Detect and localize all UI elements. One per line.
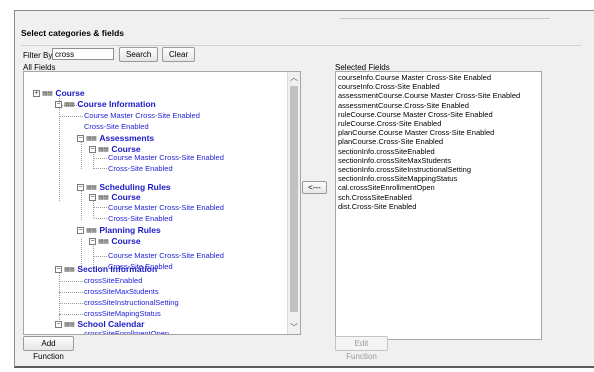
tree-field[interactable]: crossSiteInstructionalSetting [84, 298, 179, 308]
tree-field[interactable]: Cross-Site Enabled [84, 122, 149, 132]
tree-connector [94, 168, 107, 169]
title-divider [21, 45, 581, 46]
selected-field-item[interactable]: planCourse.Cross-Site Enabled [338, 137, 539, 146]
minus-box-icon[interactable]: − [89, 194, 96, 202]
tree-scrollbar[interactable]: ︿ ﹀ [287, 72, 300, 334]
filter-label: Filter By [23, 51, 53, 60]
scrollbar-thumb[interactable] [290, 86, 298, 312]
add-function-button[interactable]: Add Function [23, 336, 74, 361]
tree-connector [59, 116, 83, 117]
tree-field[interactable]: Cross-Site Enabled [108, 214, 173, 224]
tree-connector [94, 218, 107, 219]
tree-connector [59, 303, 83, 304]
chevron-down-icon[interactable]: ﹀ [288, 322, 300, 334]
tree-node-label: Course [55, 88, 85, 98]
selected-field-item[interactable]: dist.Cross-Site Enabled [338, 202, 539, 211]
panel-title: Select categories & fields [21, 28, 124, 38]
tree-node-section-information[interactable]: − ▦▦ Section Information [55, 264, 157, 275]
tree-node-course[interactable]: − ▦▦ Course [89, 236, 141, 247]
minus-box-icon[interactable]: − [89, 238, 96, 246]
selected-field-item[interactable]: sectionInfo.crossSiteMappingStatus [338, 174, 539, 183]
minus-box-icon[interactable]: − [77, 184, 84, 192]
grid-folder-icon: ▦▦ [86, 227, 97, 234]
tree-node-label: Planning Rules [99, 225, 161, 235]
tree-field[interactable]: crossSiteMaxStudents [84, 287, 159, 297]
tree-connector [81, 190, 82, 220]
tree-connector [94, 256, 107, 257]
selected-fields-list[interactable]: courseInfo.Course Master Cross-Site Enab… [335, 71, 542, 340]
top-rule [340, 18, 550, 19]
tree-node-label: Course [111, 236, 141, 246]
tree-field[interactable]: Course Master Cross-Site Enabled [108, 153, 224, 163]
tree-connector [59, 292, 83, 293]
move-left-button[interactable]: <--- [302, 181, 327, 194]
tree-connector [59, 314, 83, 315]
selected-field-item[interactable]: assessmentCourse.Course Master Cross-Sit… [338, 91, 539, 100]
search-button[interactable]: Search [119, 47, 158, 62]
selected-field-item[interactable]: cal.crossSiteEnrollmentOpen [338, 183, 539, 192]
tree-node-label: Scheduling Rules [99, 182, 171, 192]
tree-node-label: Assessments [99, 133, 155, 143]
tree-field[interactable]: crossSiteMapingStatus [84, 309, 161, 319]
tree-field[interactable]: Course Master Cross-Site Enabled [108, 203, 224, 213]
edit-function-button[interactable]: Edit Function [335, 336, 388, 361]
selected-field-item[interactable]: courseInfo.Course Master Cross-Site Enab… [338, 73, 539, 82]
grid-folder-icon: ▦▦ [98, 194, 109, 201]
all-fields-tree[interactable]: + ▦▦ Course − ▦▦ Course Information Course M… [23, 71, 301, 335]
tree-connector [59, 270, 60, 320]
tree-node-course[interactable]: + ▦▦ Course [33, 88, 85, 99]
selected-field-item[interactable]: courseInfo.Cross-Site Enabled [338, 82, 539, 91]
selected-field-item[interactable]: ruleCourse.Cross-Site Enabled [338, 119, 539, 128]
tree-node-label: Section Information [77, 264, 158, 274]
tree-connector [59, 95, 60, 201]
tree-node-course-information[interactable]: − ▦▦ Course Information [55, 99, 156, 110]
tree-node-course[interactable]: − ▦▦ Course [89, 192, 141, 203]
tree-connector [59, 334, 83, 335]
grid-folder-icon: ▦▦ [64, 266, 75, 273]
minus-box-icon[interactable]: − [77, 135, 84, 143]
field-selector-panel: Select categories & fields Filter By Sea… [14, 10, 594, 368]
tree-field[interactable]: Course Master Cross-Site Enabled [108, 251, 224, 261]
tree-field[interactable]: crossSiteEnabled [84, 276, 142, 286]
tree-connector [94, 207, 107, 208]
selected-field-item[interactable]: planCourse.Course Master Cross-Site Enab… [338, 128, 539, 137]
tree-connector [59, 281, 83, 282]
chevron-up-icon[interactable]: ︿ [288, 72, 300, 84]
grid-folder-icon: ▦▦ [42, 90, 53, 97]
selected-field-item[interactable]: assessmentCourse.Cross-Site Enabled [338, 101, 539, 110]
grid-folder-icon: ▦▦ [64, 101, 75, 108]
grid-folder-icon: ▦▦ [98, 146, 109, 153]
tree-node-label: Course [111, 192, 141, 202]
tree-connector [81, 140, 82, 169]
tree-field[interactable]: Course Master Cross-Site Enabled [84, 111, 200, 121]
selected-field-item[interactable]: ruleCourse.Course Master Cross-Site Enab… [338, 110, 539, 119]
selected-field-item[interactable]: sch.CrossSiteEnabled [338, 193, 539, 202]
selected-field-item[interactable]: sectionInfo.crossSiteInstructionalSettin… [338, 165, 539, 174]
selected-field-item[interactable]: sectionInfo.crossSiteEnabled [338, 147, 539, 156]
tree-node-planning-rules[interactable]: − ▦▦ Planning Rules [77, 225, 161, 236]
tree-field[interactable]: crossSiteEnrollmentOpen [84, 329, 169, 334]
minus-box-icon[interactable]: − [55, 266, 62, 274]
tree-node-assessments[interactable]: − ▦▦ Assessments [77, 133, 154, 144]
clear-button[interactable]: Clear [162, 47, 195, 62]
minus-box-icon[interactable]: − [77, 227, 84, 235]
grid-folder-icon: ▦▦ [98, 238, 109, 245]
selected-field-item[interactable]: sectionInfo.crossSiteMaxStudents [338, 156, 539, 165]
tree-connector [94, 158, 107, 159]
grid-folder-icon: ▦▦ [64, 321, 75, 328]
plus-box-icon[interactable]: + [33, 90, 40, 98]
minus-box-icon[interactable]: − [89, 146, 96, 154]
tree-field[interactable]: Cross-Site Enabled [108, 164, 173, 174]
minus-box-icon[interactable]: − [55, 321, 62, 329]
tree-node-label: School Calendar [77, 319, 145, 329]
minus-box-icon[interactable]: − [55, 101, 62, 109]
filter-input[interactable] [52, 48, 114, 60]
tree-node-label: Course Information [77, 99, 156, 109]
grid-folder-icon: ▦▦ [86, 135, 97, 142]
